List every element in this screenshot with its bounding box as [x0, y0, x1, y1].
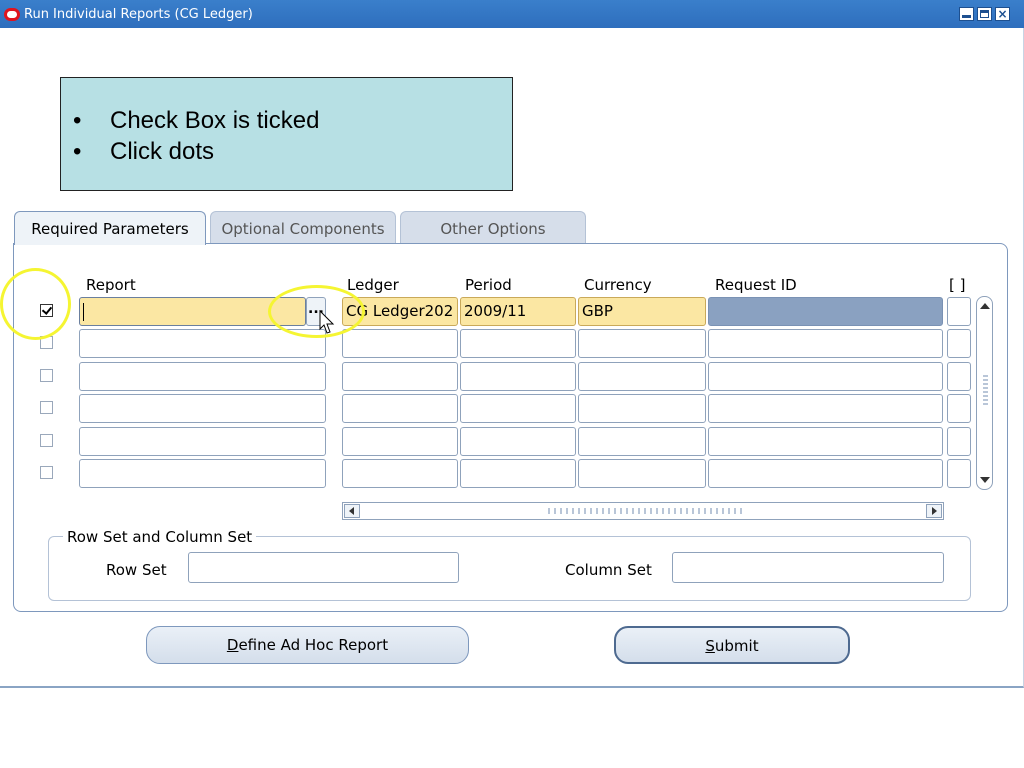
- column-set-field[interactable]: [672, 552, 944, 583]
- report-field[interactable]: [79, 329, 326, 358]
- request-id-field: [708, 427, 943, 456]
- vertical-scrollbar[interactable]: [976, 296, 993, 490]
- report-field[interactable]: [79, 394, 326, 423]
- ledger-field[interactable]: [342, 329, 458, 358]
- column-set-label: Column Set: [565, 561, 652, 579]
- submit-button[interactable]: Submit: [614, 626, 850, 664]
- row-select-checkbox[interactable]: [40, 466, 53, 479]
- row-column-set-label: Row Set and Column Set: [63, 528, 257, 546]
- column-header-currency: Currency: [584, 276, 652, 294]
- ledger-field[interactable]: CG Ledger202: [342, 297, 458, 326]
- row-set-field[interactable]: [188, 552, 459, 583]
- maximize-icon[interactable]: [977, 7, 992, 21]
- scroll-grip[interactable]: [983, 375, 988, 405]
- flexfield-cell[interactable]: [947, 394, 971, 423]
- currency-field[interactable]: [578, 329, 706, 358]
- row-set-label: Row Set: [106, 561, 167, 579]
- minimize-icon[interactable]: [959, 7, 974, 21]
- period-field[interactable]: [460, 427, 576, 456]
- period-field[interactable]: [460, 459, 576, 488]
- instruction-callout: • Check Box is ticked • Click dots: [60, 77, 513, 191]
- close-icon[interactable]: ×: [995, 7, 1010, 21]
- callout-item-text: Check Box is ticked: [110, 107, 320, 134]
- period-field[interactable]: [460, 394, 576, 423]
- ledger-field[interactable]: [342, 427, 458, 456]
- tab-other-options[interactable]: Other Options: [400, 211, 586, 243]
- window-title: Run Individual Reports (CG Ledger): [24, 7, 253, 22]
- column-header-period: Period: [465, 276, 512, 294]
- request-id-field: [708, 329, 943, 358]
- define-ad-hoc-report-button[interactable]: Define Ad Hoc Report: [146, 626, 469, 664]
- scroll-up-icon[interactable]: [980, 303, 990, 309]
- callout-bullet: •: [73, 107, 82, 134]
- flexfield-cell[interactable]: [947, 297, 971, 326]
- currency-field[interactable]: [578, 394, 706, 423]
- currency-field[interactable]: [578, 427, 706, 456]
- row-select-checkbox[interactable]: [40, 304, 53, 317]
- currency-field[interactable]: GBP: [578, 297, 706, 326]
- scroll-left-icon[interactable]: [344, 504, 360, 518]
- scroll-down-icon[interactable]: [980, 477, 990, 483]
- row-select-checkbox[interactable]: [40, 336, 53, 349]
- oracle-logo-icon: [4, 8, 20, 21]
- request-id-field: [708, 297, 943, 326]
- report-field[interactable]: [79, 459, 326, 488]
- row-select-checkbox[interactable]: [40, 369, 53, 382]
- request-id-field: [708, 362, 943, 391]
- tab-required-parameters[interactable]: Required Parameters: [14, 211, 206, 245]
- mouse-pointer-icon: [319, 310, 335, 334]
- text-cursor: [83, 303, 84, 321]
- flexfield-cell[interactable]: [947, 427, 971, 456]
- row-select-checkbox[interactable]: [40, 434, 53, 447]
- report-field[interactable]: [79, 297, 306, 326]
- tab-optional-components[interactable]: Optional Components: [210, 211, 396, 243]
- report-field[interactable]: [79, 427, 326, 456]
- ledger-field[interactable]: [342, 362, 458, 391]
- flexfield-cell[interactable]: [947, 362, 971, 391]
- report-field[interactable]: [79, 362, 326, 391]
- title-bar: Run Individual Reports (CG Ledger) ×: [0, 0, 1024, 28]
- column-header-flexfield: [ ]: [949, 276, 966, 294]
- request-id-field: [708, 394, 943, 423]
- ledger-field[interactable]: [342, 394, 458, 423]
- column-header-report: Report: [86, 276, 136, 294]
- callout-bullet: •: [73, 138, 82, 165]
- currency-field[interactable]: [578, 459, 706, 488]
- period-field[interactable]: [460, 329, 576, 358]
- flexfield-cell[interactable]: [947, 329, 971, 358]
- scroll-right-icon[interactable]: [926, 504, 942, 518]
- request-id-field: [708, 459, 943, 488]
- ledger-field[interactable]: [342, 459, 458, 488]
- currency-field[interactable]: [578, 362, 706, 391]
- column-header-ledger: Ledger: [347, 276, 399, 294]
- run-individual-reports-window: Run Individual Reports (CG Ledger) × • C…: [0, 0, 1024, 688]
- period-field[interactable]: [460, 362, 576, 391]
- column-header-request-id: Request ID: [715, 276, 797, 294]
- period-field[interactable]: 2009/11: [460, 297, 576, 326]
- horizontal-scrollbar[interactable]: [342, 502, 944, 520]
- flexfield-cell[interactable]: [947, 459, 971, 488]
- callout-item-text: Click dots: [110, 138, 215, 165]
- scroll-thumb[interactable]: [548, 508, 743, 514]
- row-select-checkbox[interactable]: [40, 401, 53, 414]
